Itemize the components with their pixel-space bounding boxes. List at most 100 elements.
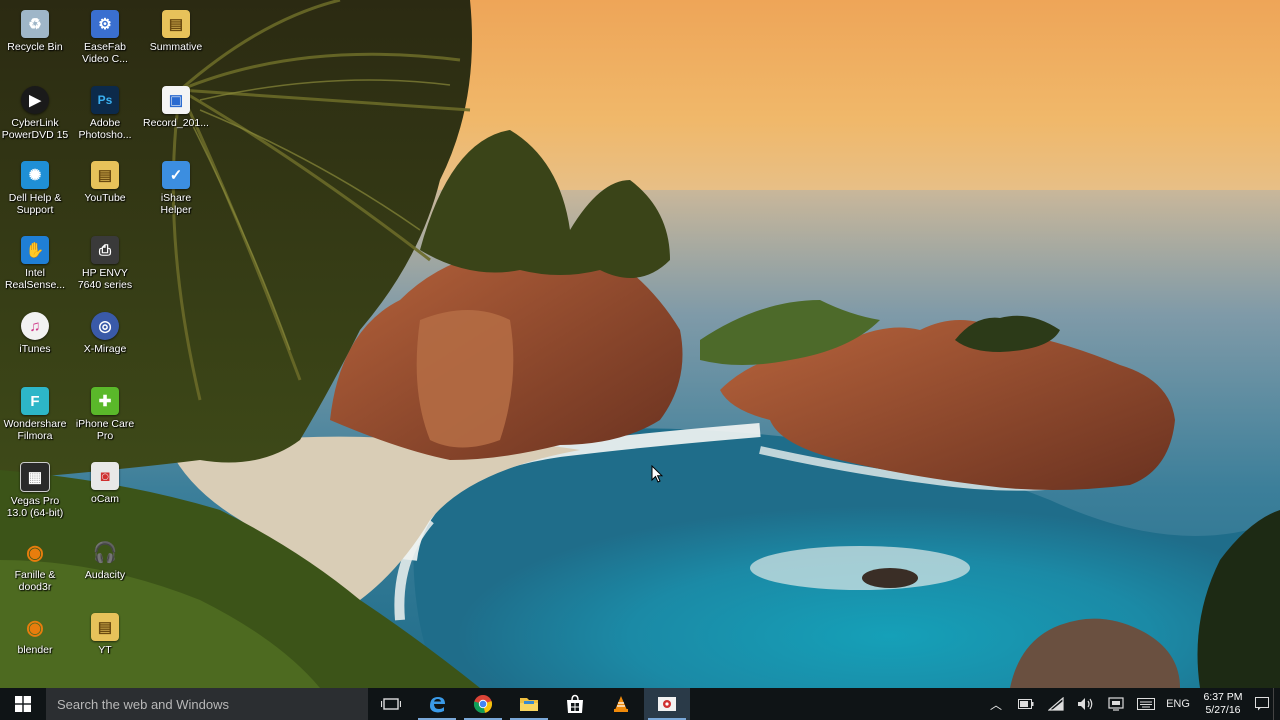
blender-fanille-icon: ◉ [26, 541, 44, 564]
desktop-icon-itunes[interactable]: ♫ iTunes [0, 306, 70, 376]
tray-display-button[interactable] [1101, 688, 1131, 720]
x-mirage-icon: ◎ [91, 312, 119, 340]
clock[interactable]: 6:37 PM 5/27/16 [1195, 691, 1251, 717]
desktop-icon-label: Audacity [84, 569, 126, 581]
desktop-icon-label: iPhone Care Pro [75, 418, 135, 442]
taskbar: Search the web and Windows ︿ ENG 6:37 PM… [0, 688, 1280, 720]
record-file-icon: ▣ [162, 86, 190, 114]
system-tray: ︿ ENG 6:37 PM 5/27/16 [981, 688, 1280, 720]
mouse-cursor-icon [651, 465, 663, 483]
desktop-icon-fanille[interactable]: ◉ Fanille & dood3r [0, 532, 70, 602]
file-explorer-icon [520, 698, 538, 711]
action-center-button[interactable] [1251, 688, 1273, 720]
desktop-icon-label: Summative [149, 41, 203, 53]
desktop-icon-x-mirage[interactable]: ◎ X-Mirage [70, 306, 140, 376]
desktop-icon-summative[interactable]: ▤ Summative [141, 4, 211, 74]
desktop-icon-yt-folder[interactable]: ▤ YT [70, 607, 140, 677]
ocam-icon: ◙ [91, 462, 119, 490]
tray-battery-button[interactable] [1011, 688, 1041, 720]
vlc-icon [614, 696, 628, 712]
tray-keyboard-button[interactable] [1131, 688, 1161, 720]
tray-network-button[interactable] [1041, 688, 1071, 720]
yt-folder-icon: ▤ [91, 613, 119, 641]
iphone-care-icon: ✚ [91, 387, 119, 415]
desktop-icon-label: iShare Helper [160, 192, 192, 216]
show-desktop-button[interactable] [1273, 688, 1280, 720]
desktop-icon-youtube-folder[interactable]: ▤ YouTube [70, 155, 140, 225]
easefab-icon: ⚙ [91, 10, 119, 38]
photoshop-icon: Ps [91, 86, 119, 114]
network-icon [1048, 697, 1064, 711]
desktop-icon-label: YT [98, 644, 112, 656]
desktop-icon-label: blender [17, 644, 53, 656]
desktop-icon-label: Intel RealSense... [4, 267, 66, 291]
task-view-button[interactable] [368, 688, 414, 720]
edge-icon [430, 697, 445, 713]
desktop-icon-label: EaseFab Video C... [82, 41, 128, 65]
desktop-icon-label: Wondershare Filmora [3, 418, 67, 442]
dell-help-icon: ✺ [21, 161, 49, 189]
clock-date: 5/27/16 [1205, 704, 1241, 716]
desktop-icon-audacity[interactable]: 🎧 Audacity [70, 532, 140, 602]
volume-icon [1078, 698, 1093, 710]
audacity-icon: 🎧 [92, 541, 118, 564]
tray-volume-button[interactable] [1071, 688, 1101, 720]
desktop-icon-record-file[interactable]: ▣ Record_201... [141, 80, 211, 150]
filmora-icon: F [21, 387, 49, 415]
desktop-icon-iphone-care[interactable]: ✚ iPhone Care Pro [70, 381, 140, 451]
battery-icon [1018, 699, 1034, 709]
desktop-icon-powerdvd[interactable]: ▶ CyberLink PowerDVD 15 [0, 80, 70, 150]
chevron-up-icon: ︿ [989, 697, 1002, 712]
desktop-icon-ishare-helper[interactable]: ✓ iShare Helper [141, 155, 211, 225]
show-hidden-icons-button[interactable]: ︿ [981, 688, 1011, 720]
keyboard-icon [1137, 698, 1155, 710]
desktop-icon-recycle-bin[interactable]: ♻ Recycle Bin [0, 4, 70, 74]
desktop-icon-filmora[interactable]: F Wondershare Filmora [0, 381, 70, 451]
taskbar-chrome-button[interactable] [460, 688, 506, 720]
task-view-icon [381, 698, 401, 710]
windows-logo-icon [15, 696, 31, 712]
desktop-icon-easefab[interactable]: ⚙ EaseFab Video C... [70, 4, 140, 74]
recycle-bin-icon: ♻ [21, 10, 49, 38]
taskbar-ocam-button[interactable] [644, 688, 690, 720]
desktop-icon-label: Vegas Pro 13.0 (64-bit) [6, 495, 64, 519]
desktop-icon-intel-realsense[interactable]: ✋ Intel RealSense... [0, 230, 70, 300]
youtube-folder-icon: ▤ [91, 161, 119, 189]
summative-folder-icon: ▤ [162, 10, 190, 38]
taskbar-file-explorer-button[interactable] [506, 688, 552, 720]
display-icon [1108, 697, 1124, 711]
itunes-icon: ♫ [21, 312, 49, 340]
powerdvd-icon: ▶ [21, 86, 49, 114]
search-input[interactable]: Search the web and Windows [46, 688, 368, 720]
desktop-icon-label: Dell Help & Support [8, 192, 62, 216]
vegas-pro-icon: ▦ [20, 462, 50, 492]
desktop-icon-vegas-pro[interactable]: ▦ Vegas Pro 13.0 (64-bit) [0, 456, 70, 526]
taskbar-store-button[interactable] [552, 688, 598, 720]
desktop-icon-label: Adobe Photosho... [78, 117, 132, 141]
desktop-icon-label: YouTube [84, 192, 126, 204]
taskbar-edge-button[interactable] [414, 688, 460, 720]
search-placeholder: Search the web and Windows [57, 696, 229, 712]
ishare-helper-icon: ✓ [162, 161, 190, 189]
desktop-icon-photoshop[interactable]: Ps Adobe Photosho... [70, 80, 140, 150]
clock-time: 6:37 PM [1203, 691, 1243, 703]
chrome-icon [473, 695, 493, 714]
hp-printer-icon: ⎙ [91, 236, 119, 264]
blender-icon: ◉ [26, 616, 44, 639]
desktop-icon-blender[interactable]: ◉ blender [0, 607, 70, 677]
desktop-icon-label: HP ENVY 7640 series [77, 267, 133, 291]
desktop-icon-label: Fanille & dood3r [14, 569, 56, 593]
start-button[interactable] [0, 688, 46, 720]
intel-realsense-icon: ✋ [21, 236, 49, 264]
desktop-icon-ocam[interactable]: ◙ oCam [70, 456, 140, 526]
ocam-taskbar-icon [658, 697, 676, 711]
taskbar-vlc-button[interactable] [598, 688, 644, 720]
desktop-icon-hp-envy[interactable]: ⎙ HP ENVY 7640 series [70, 230, 140, 300]
desktop-icon-label: X-Mirage [83, 343, 127, 355]
notification-icon [1255, 697, 1269, 711]
desktop-icon-dell-help[interactable]: ✺ Dell Help & Support [0, 155, 70, 225]
desktop-icon-label: oCam [90, 493, 119, 505]
desktop-icon-grid: ♻ Recycle Bin ▶ CyberLink PowerDVD 15 ✺ … [0, 0, 220, 688]
desktop-icon-label: CyberLink PowerDVD 15 [1, 117, 69, 141]
language-indicator[interactable]: ENG [1161, 698, 1195, 710]
